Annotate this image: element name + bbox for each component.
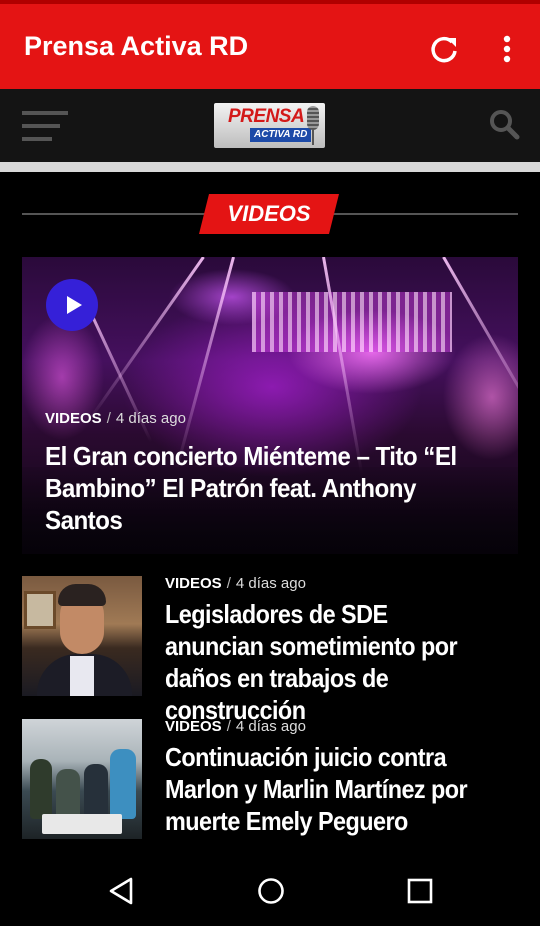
item-meta: VIDEOS/4 días ago <box>165 718 306 735</box>
header-divider <box>0 162 540 172</box>
shirt-shape <box>70 656 94 696</box>
desk-papers <box>42 814 122 834</box>
logo-main-text: PRENSA <box>228 106 305 127</box>
refresh-icon[interactable] <box>426 32 462 68</box>
microphone-icon <box>307 106 319 130</box>
hair-shape <box>58 584 106 606</box>
featured-time: 4 días ago <box>115 410 186 427</box>
meta-separator: / <box>106 410 111 427</box>
featured-title[interactable]: El Gran concierto Miénteme – Tito “El Ba… <box>45 440 464 536</box>
meta-separator: / <box>226 718 231 735</box>
item-category[interactable]: VIDEOS <box>165 718 222 735</box>
item-thumbnail[interactable] <box>22 576 142 696</box>
more-vert-icon[interactable] <box>490 32 526 68</box>
item-title[interactable]: Continuación juicio contra Marlon y Marl… <box>165 741 489 837</box>
home-icon[interactable] <box>257 877 285 905</box>
section-title: VIDEOS <box>227 201 311 226</box>
search-icon[interactable] <box>488 108 520 140</box>
play-icon[interactable] <box>46 279 98 331</box>
person-shape <box>110 749 136 819</box>
app-bar: Prensa Activa RD <box>0 0 540 89</box>
item-meta: VIDEOS/4 días ago <box>165 575 306 592</box>
featured-video-card[interactable]: VIDEOS/4 días ago El Gran concierto Mién… <box>22 257 518 554</box>
microphone-stand <box>312 130 314 145</box>
wall-picture <box>24 591 56 629</box>
item-title[interactable]: Legisladores de SDE anuncian sometimient… <box>165 598 489 726</box>
logo-sub-text: ACTIVA RD <box>250 128 312 142</box>
item-thumbnail[interactable] <box>22 719 142 839</box>
app-title: Prensa Activa RD <box>24 31 249 61</box>
person-shape <box>30 759 52 819</box>
featured-meta: VIDEOS/4 días ago <box>45 410 186 427</box>
list-item[interactable]: VIDEOS/4 días ago Continuación juicio co… <box>22 718 518 839</box>
recent-apps-icon[interactable] <box>407 878 433 904</box>
back-icon[interactable] <box>106 876 136 906</box>
hamburger-menu-icon[interactable] <box>22 111 68 141</box>
list-item[interactable]: VIDEOS/4 días ago Legisladores de SDE an… <box>22 575 518 725</box>
site-logo[interactable]: PRENSA ACTIVA RD <box>214 103 325 148</box>
light-beam <box>442 257 518 431</box>
item-time: 4 días ago <box>235 575 306 592</box>
featured-category[interactable]: VIDEOS <box>45 410 102 427</box>
item-category[interactable]: VIDEOS <box>165 575 222 592</box>
stage-screen <box>252 292 452 352</box>
item-time: 4 días ago <box>235 718 306 735</box>
meta-separator: / <box>226 575 231 592</box>
light-beam <box>175 257 235 470</box>
